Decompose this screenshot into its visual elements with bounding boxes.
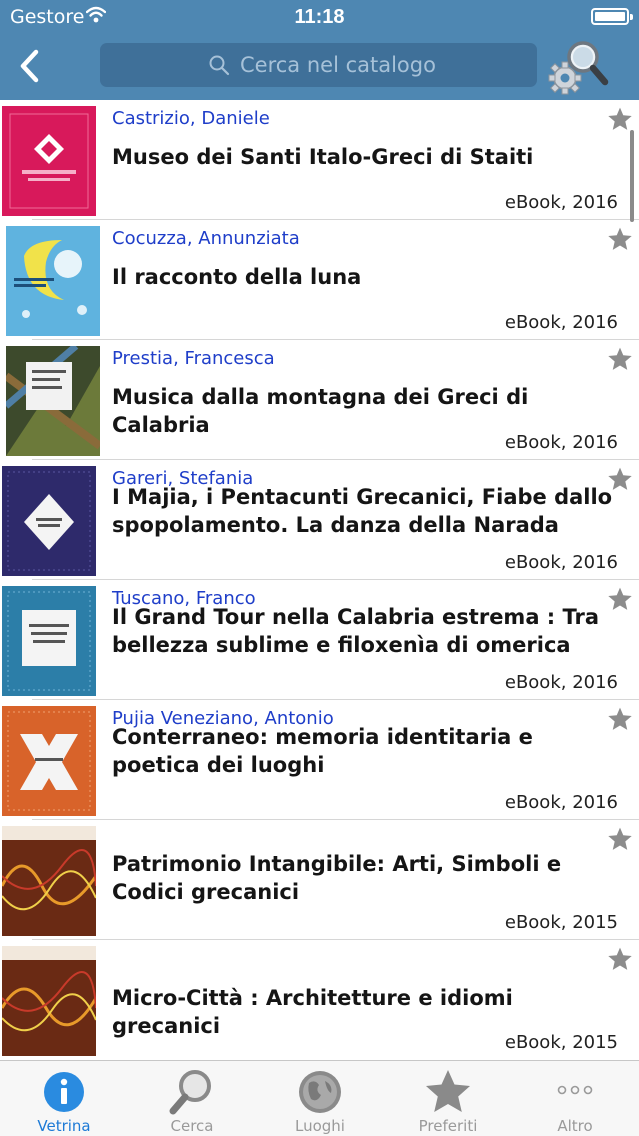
back-button[interactable] [14,46,48,86]
list-item[interactable]: Cocuzza, Annunziata Il racconto della lu… [0,220,639,340]
star-icon [426,1070,470,1112]
info-icon [44,1072,84,1112]
list-item[interactable]: Micro-Città : Architetture e idiomi grec… [0,940,639,1060]
book-cover [2,466,96,576]
globe-icon [299,1071,341,1113]
book-cover [2,706,96,816]
favorite-star-icon[interactable] [607,826,633,852]
tab-bar: Vetrina Cerca Luoghi Preferiti Altro [0,1060,639,1136]
item-title: Patrimonio Intangibile: Arti, Simboli e … [112,852,562,904]
advanced-search-button[interactable] [547,38,609,96]
item-author: Castrizio, Daniele [112,108,270,129]
tab-altro[interactable]: Altro [511,1061,639,1136]
list-item[interactable]: Castrizio, Daniele Museo dei Santi Italo… [0,100,639,220]
item-title: Museo dei Santi Italo-Greci di Staiti [112,145,534,169]
more-icon [557,1085,593,1095]
item-author: Cocuzza, Annunziata [112,228,300,249]
favorite-star-icon[interactable] [607,946,633,972]
item-format-year: eBook, 2015 [504,1032,618,1053]
item-title: Il Grand Tour nella Calabria estrema : T… [112,605,600,657]
item-format-year: eBook, 2016 [504,672,618,693]
tab-cerca[interactable]: Cerca [128,1061,256,1136]
scroll-indicator[interactable] [630,130,634,222]
magnifier-icon [169,1070,211,1115]
tab-label: Luoghi [295,1117,345,1135]
item-format-year: eBook, 2016 [504,192,618,213]
book-cover [2,586,96,696]
favorite-star-icon[interactable] [607,106,633,132]
status-time: 11:18 [294,6,345,28]
tab-label: Altro [557,1117,593,1135]
tab-label: Cerca [170,1117,214,1135]
item-title: Il racconto della luna [112,265,362,289]
item-title: Musica dalla montagna dei Greci di Calab… [112,385,529,437]
tab-label: Vetrina [37,1117,91,1135]
search-bar[interactable] [100,43,537,87]
book-cover [2,946,96,1056]
item-format-year: eBook, 2015 [504,912,618,933]
item-format-year: eBook, 2016 [504,792,618,813]
navigation-header: Gestore 11:18 [0,0,639,100]
battery-icon [591,8,633,25]
book-cover [6,346,100,456]
book-cover [2,826,96,936]
item-format-year: eBook, 2016 [504,552,618,573]
list-item[interactable]: Tuscano, Franco Il Grand Tour nella Cala… [0,580,639,700]
favorite-star-icon[interactable] [607,706,633,732]
tab-label: Preferiti [418,1117,478,1135]
tab-vetrina[interactable]: Vetrina [0,1061,128,1136]
favorite-star-icon[interactable] [607,466,633,492]
list-item[interactable]: Patrimonio Intangibile: Arti, Simboli e … [0,820,639,940]
item-title: I Majia, i Pentacunti Grecanici, Fiabe d… [112,485,613,537]
favorite-star-icon[interactable] [607,586,633,612]
book-cover [6,226,100,336]
tab-preferiti[interactable]: Preferiti [384,1061,512,1136]
status-bar: Gestore 11:18 [0,0,639,34]
book-cover [2,106,96,216]
list-item[interactable]: Prestia, Francesca Musica dalla montagna… [0,340,639,460]
search-input[interactable] [240,49,530,81]
item-title: Conterraneo: memoria identitaria e poeti… [112,725,533,777]
list-item[interactable]: Gareri, Stefania I Majia, i Pentacunti G… [0,460,639,580]
item-author: Prestia, Francesca [112,348,275,369]
item-format-year: eBook, 2016 [504,432,618,453]
favorite-star-icon[interactable] [607,226,633,252]
list-item[interactable]: Pujia Veneziano, Antonio Conterraneo: me… [0,700,639,820]
favorite-star-icon[interactable] [607,346,633,372]
catalog-list[interactable]: Castrizio, Daniele Museo dei Santi Italo… [0,100,639,1060]
search-icon [209,55,230,76]
tab-luoghi[interactable]: Luoghi [256,1061,384,1136]
item-format-year: eBook, 2016 [504,312,618,333]
